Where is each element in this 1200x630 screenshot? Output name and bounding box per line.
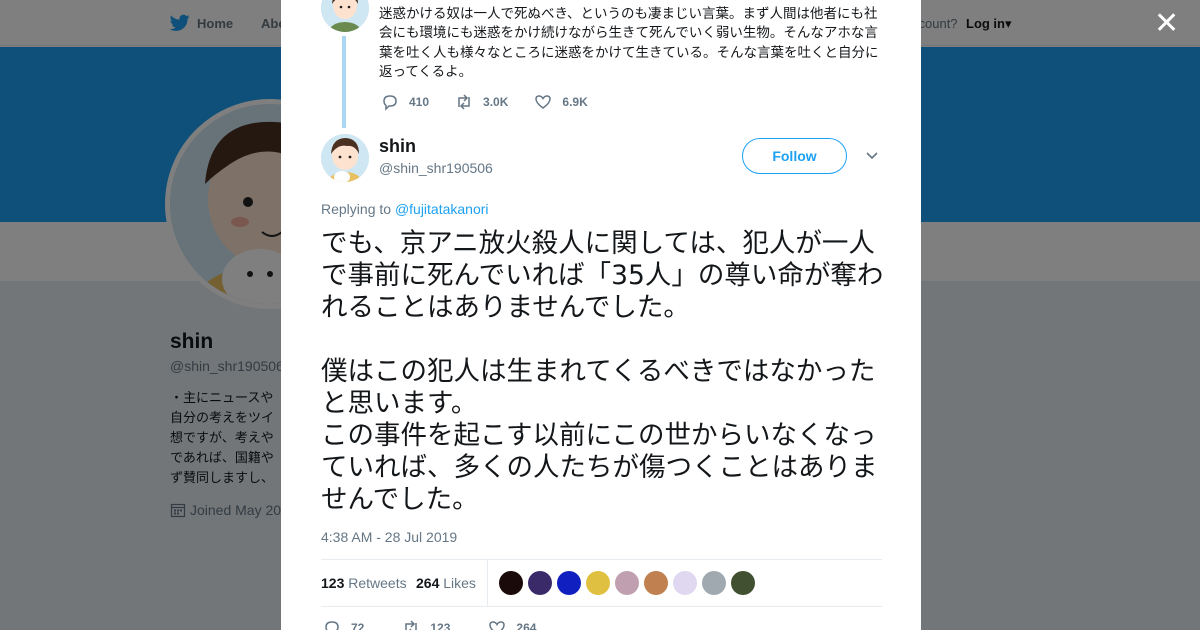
reply-icon xyxy=(383,95,397,111)
retweet-count: 123 xyxy=(430,621,451,630)
tweet-timestamp[interactable]: 4:38 AM - 28 Jul 2019 xyxy=(321,529,457,545)
retweet-stat[interactable]: 123 Retweets xyxy=(321,575,407,591)
like-count: 6.9K xyxy=(562,95,588,109)
like-button[interactable]: 264 xyxy=(488,619,536,630)
liker-avatar[interactable] xyxy=(673,571,697,595)
liker-avatar[interactable] xyxy=(586,571,610,595)
follow-button[interactable]: Follow xyxy=(742,138,847,174)
prev-tweet-text: 迷惑かける奴は一人で死ぬべき、というのも凄まじい言葉。まず人間は他者にも社会にも… xyxy=(379,6,879,80)
liker-avatar[interactable] xyxy=(528,571,552,595)
thread-line xyxy=(342,36,346,128)
retweet-button[interactable]: 123 xyxy=(402,619,450,630)
liker-avatar[interactable] xyxy=(731,571,755,595)
liker-avatar[interactable] xyxy=(557,571,581,595)
tweet-author-handle[interactable]: @shin_shr190506 xyxy=(379,160,493,176)
like-count: 264 xyxy=(516,621,537,630)
tweet-stats: 123 Retweets 264 Likes xyxy=(321,559,882,607)
reply-count: 410 xyxy=(409,95,430,109)
prev-tweet-actions: 410 3.0K 6.9K xyxy=(381,92,614,112)
liker-avatar[interactable] xyxy=(615,571,639,595)
liker-avatar[interactable] xyxy=(702,571,726,595)
retweet-button[interactable]: 3.0K xyxy=(455,93,508,111)
heart-icon xyxy=(489,621,506,630)
avatar-illustration xyxy=(321,134,369,182)
liker-avatar[interactable] xyxy=(644,571,668,595)
stats-divider xyxy=(487,560,488,606)
liker-avatar[interactable] xyxy=(499,571,523,595)
reply-count: 72 xyxy=(351,621,365,630)
tweet-text: でも、京アニ放火殺人に関しては、犯人が一人で事前に死んでいれば「35人」の尊い命… xyxy=(321,228,884,515)
prev-tweet-avatar[interactable] xyxy=(321,0,369,32)
mention-link[interactable]: @fujitatakanori xyxy=(395,201,489,217)
tweet-author-name[interactable]: shin xyxy=(379,136,416,157)
tweet-actions: 72 123 264 xyxy=(323,618,574,630)
liker-avatars xyxy=(499,571,760,595)
heart-icon xyxy=(535,95,552,109)
retweet-icon xyxy=(405,620,418,630)
avatar-illustration xyxy=(321,0,369,32)
tweet-author-avatar[interactable] xyxy=(321,134,369,182)
like-stat[interactable]: 264 Likes xyxy=(416,575,476,591)
reply-button[interactable]: 410 xyxy=(381,93,429,111)
chevron-down-icon[interactable] xyxy=(865,151,879,161)
replying-to: Replying to @fujitatakanori xyxy=(321,201,489,217)
close-icon[interactable]: ✕ xyxy=(1154,9,1179,39)
tweet-modal: 迷惑かける奴は一人で死ぬべき、というのも凄まじい言葉。まず人間は他者にも社会にも… xyxy=(281,0,921,630)
retweet-count: 3.0K xyxy=(483,95,509,109)
reply-icon xyxy=(325,621,339,630)
retweet-icon xyxy=(458,94,470,110)
like-button[interactable]: 6.9K xyxy=(534,93,588,111)
reply-button[interactable]: 72 xyxy=(323,619,364,630)
